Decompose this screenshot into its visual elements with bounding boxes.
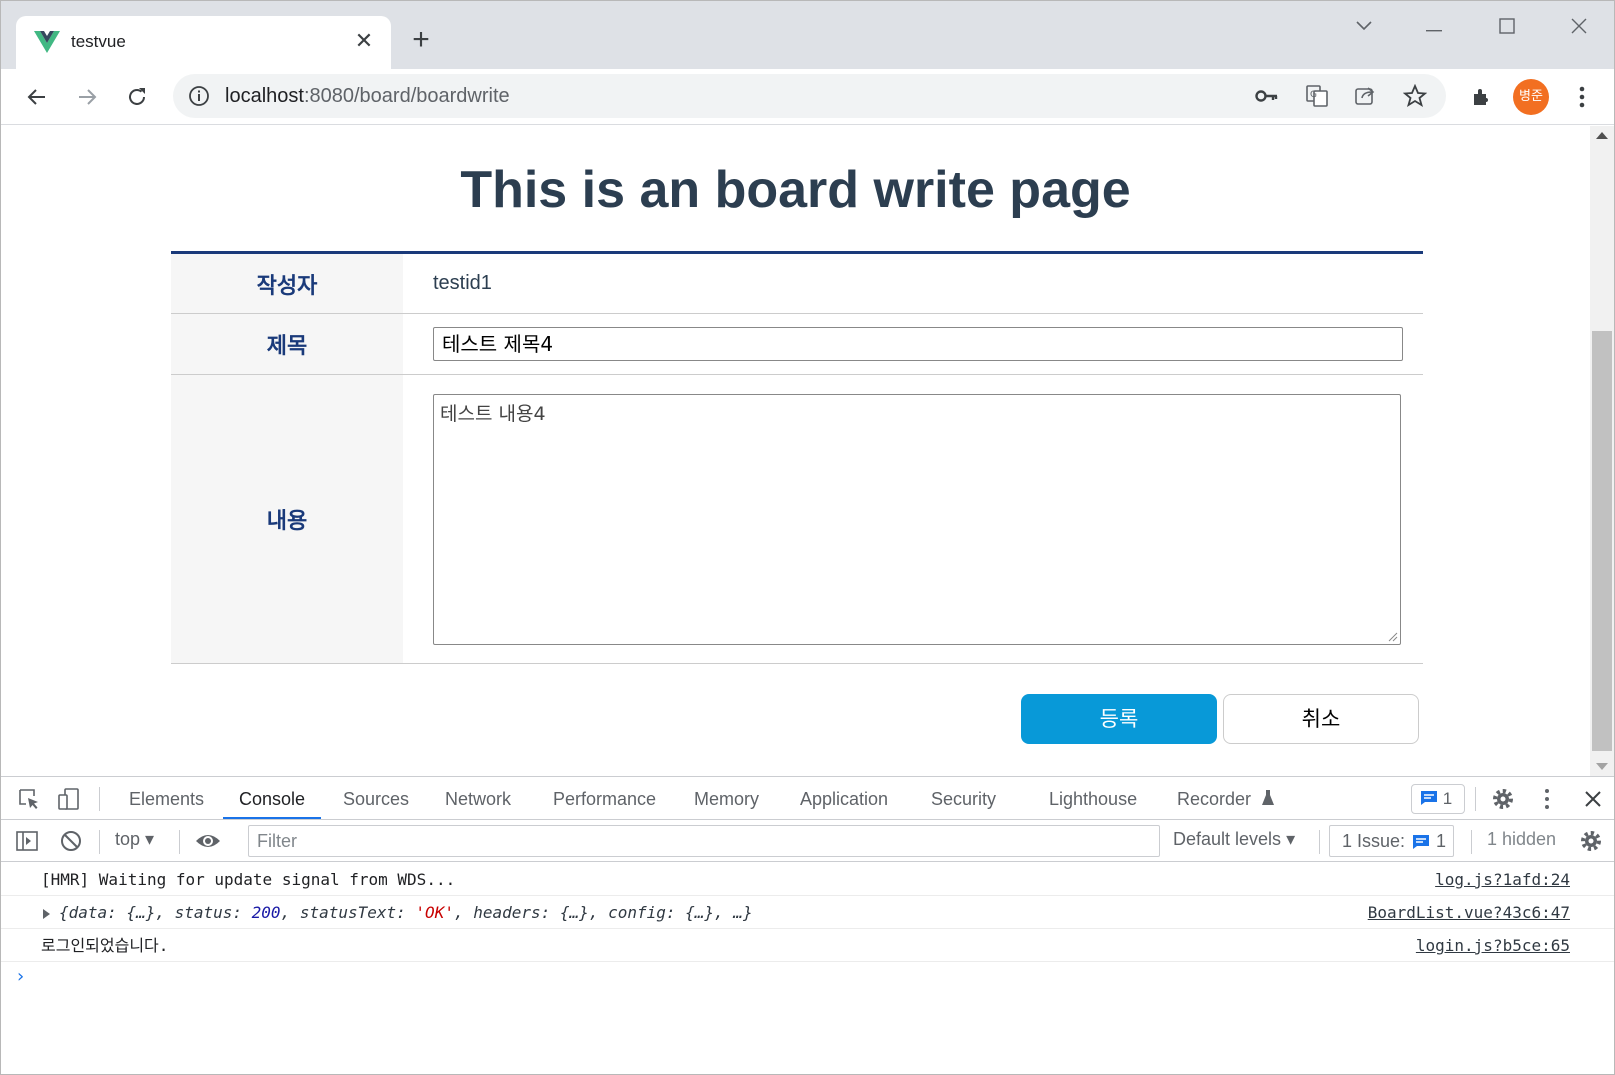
browser-window: testvue ✕ + localhost:8080/board/boardwr… — [0, 0, 1615, 1075]
title-input[interactable]: 테스트 제목4 — [433, 327, 1403, 361]
tab-search-icon[interactable] — [1341, 11, 1387, 41]
tab-application[interactable]: Application — [800, 777, 888, 819]
log-levels-dropdown[interactable]: Default levels ▾ — [1173, 829, 1295, 850]
issues-button[interactable]: 1 Issue: 1 — [1329, 825, 1454, 857]
sidebar-toggle-icon[interactable] — [15, 829, 39, 853]
close-window-icon[interactable] — [1556, 11, 1602, 41]
vue-logo-icon — [34, 31, 60, 53]
console-log-row: {data: {…}, status: 200, statusText: 'OK… — [1, 896, 1614, 929]
close-devtools-icon[interactable] — [1581, 787, 1605, 811]
submit-button[interactable]: 등록 — [1021, 694, 1217, 744]
messages-badge[interactable]: 1 — [1411, 784, 1465, 814]
browser-tab[interactable]: testvue ✕ — [16, 16, 391, 69]
log-source-link[interactable]: login.js?b5ce:65 — [1416, 929, 1570, 962]
back-icon[interactable] — [19, 79, 55, 115]
page-scrollbar[interactable] — [1590, 126, 1614, 776]
bookmark-star-icon[interactable] — [1401, 82, 1429, 110]
title-label: 제목 — [171, 314, 403, 374]
console-log-row: 로그인되었습니다. login.js?b5ce:65 — [1, 929, 1614, 962]
board-write-form: 작성자 testid1 제목 테스트 제목4 내용 테스트 내용4 — [171, 251, 1423, 664]
console-prompt-icon[interactable]: › — [15, 966, 26, 987]
svg-text:G: G — [1310, 90, 1317, 100]
content-row: 내용 테스트 내용4 — [171, 375, 1423, 664]
tab-elements[interactable]: Elements — [129, 777, 204, 819]
tab-sources[interactable]: Sources — [343, 777, 409, 819]
resize-handle-icon[interactable] — [1386, 630, 1398, 642]
message-icon — [1421, 791, 1437, 805]
expand-arrow-icon[interactable] — [43, 909, 50, 919]
tab-strip: testvue ✕ + — [1, 1, 1614, 69]
cancel-button[interactable]: 취소 — [1223, 694, 1419, 744]
share-icon[interactable] — [1351, 82, 1379, 110]
device-toolbar-icon[interactable] — [57, 787, 81, 811]
tab-lighthouse[interactable]: Lighthouse — [1049, 777, 1137, 819]
page-viewport: This is an board write page 작성자 testid1 … — [1, 126, 1590, 776]
tab-title: testvue — [71, 32, 126, 51]
tab-network[interactable]: Network — [445, 777, 511, 819]
response-object[interactable]: {data: {…}, status: 200, statusText: 'OK… — [59, 903, 753, 922]
tab-recorder[interactable]: Recorder — [1177, 777, 1251, 819]
hidden-count: 1 hidden — [1487, 829, 1557, 849]
extensions-icon[interactable] — [1466, 81, 1498, 113]
inspect-element-icon[interactable] — [17, 787, 41, 811]
site-info-icon[interactable] — [187, 84, 211, 108]
profile-avatar[interactable]: 병준 — [1513, 79, 1549, 115]
scroll-down-icon[interactable] — [1596, 763, 1608, 770]
tab-memory[interactable]: Memory — [694, 777, 759, 819]
log-source-link[interactable]: BoardList.vue?43c6:47 — [1368, 896, 1570, 929]
eye-icon[interactable] — [195, 829, 220, 853]
maximize-icon[interactable] — [1484, 11, 1530, 41]
reload-icon[interactable] — [119, 79, 155, 115]
console-log-row: [HMR] Waiting for update signal from WDS… — [1, 863, 1614, 896]
console-settings-gear-icon[interactable] — [1579, 829, 1603, 853]
forward-icon[interactable] — [69, 79, 105, 115]
console-output: [HMR] Waiting for update signal from WDS… — [1, 863, 1614, 987]
console-filter-bar: top ▾ Filter Default levels ▾ 1 Issue: 1… — [1, 820, 1614, 862]
author-value: testid1 — [433, 272, 492, 294]
scroll-up-icon[interactable] — [1596, 132, 1608, 139]
settings-gear-icon[interactable] — [1491, 787, 1515, 811]
tab-performance[interactable]: Performance — [553, 777, 656, 819]
menu-dots-icon[interactable] — [1566, 81, 1598, 113]
url-text: localhost:8080/board/boardwrite — [225, 85, 510, 107]
key-icon[interactable] — [1253, 82, 1281, 110]
clear-console-icon[interactable] — [59, 829, 83, 853]
new-tab-icon[interactable]: + — [406, 25, 436, 55]
page-title: This is an board write page — [460, 161, 1131, 219]
title-row: 제목 테스트 제목4 — [171, 314, 1423, 375]
author-label: 작성자 — [171, 254, 403, 313]
issue-icon — [1413, 835, 1429, 849]
context-selector[interactable]: top ▾ — [115, 829, 154, 850]
tab-security[interactable]: Security — [931, 777, 996, 819]
scroll-thumb[interactable] — [1592, 331, 1612, 751]
content-label: 내용 — [171, 375, 403, 663]
address-bar[interactable]: localhost:8080/board/boardwrite G — [173, 74, 1446, 118]
author-row: 작성자 testid1 — [171, 254, 1423, 314]
log-source-link[interactable]: log.js?1afd:24 — [1435, 863, 1570, 896]
close-tab-icon[interactable]: ✕ — [351, 28, 377, 54]
devtools-tab-bar: Elements Console Sources Network Perform… — [1, 777, 1614, 820]
minimize-icon[interactable] — [1411, 11, 1457, 41]
content-text: 테스트 내용4 — [440, 402, 546, 425]
browser-toolbar: localhost:8080/board/boardwrite G 병준 — [1, 69, 1614, 125]
devtools-panel: Elements Console Sources Network Perform… — [1, 776, 1614, 1074]
console-filter-input[interactable]: Filter — [248, 825, 1160, 857]
flask-icon — [1262, 790, 1274, 805]
tab-console[interactable]: Console — [223, 777, 322, 819]
devtools-menu-icon[interactable] — [1535, 787, 1559, 811]
content-textarea[interactable]: 테스트 내용4 — [433, 393, 1401, 645]
translate-icon[interactable]: G — [1303, 82, 1331, 110]
